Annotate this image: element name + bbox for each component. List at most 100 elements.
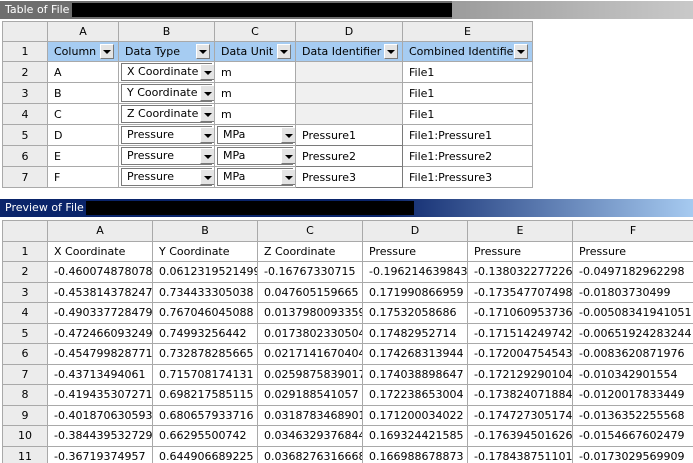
data-type-dropdown[interactable]: Y Coordinate: [121, 84, 214, 102]
row-number[interactable]: 7: [2, 363, 48, 385]
column-cell[interactable]: C: [47, 103, 119, 125]
table-of-file-titlebar: Table of File -: [0, 1, 693, 19]
column-cell[interactable]: D: [47, 124, 119, 146]
data-type-cell[interactable]: Pressure: [118, 145, 215, 167]
row-number[interactable]: 10: [2, 425, 48, 447]
data-unit-cell[interactable]: MPa: [214, 166, 296, 188]
data-type-cell[interactable]: Pressure: [118, 124, 215, 146]
data-cell: -0.43713494061: [47, 363, 153, 385]
column-letter-header[interactable]: A: [47, 220, 153, 242]
filter-dropdown-button[interactable]: [277, 44, 291, 59]
row-number[interactable]: 3: [2, 281, 48, 303]
data-unit-dropdown[interactable]: MPa: [217, 168, 295, 186]
column-header[interactable]: Data Unit: [214, 41, 296, 62]
data-identifier-cell[interactable]: Pressure3: [295, 166, 403, 188]
row-number[interactable]: 1: [2, 41, 48, 62]
chevron-down-icon[interactable]: [200, 85, 214, 101]
data-identifier-cell[interactable]: [295, 103, 403, 125]
column-letter-header[interactable]: B: [118, 21, 215, 42]
column-letter-header[interactable]: C: [214, 21, 296, 42]
row-number[interactable]: 11: [2, 445, 48, 463]
data-cell: -0.171060953736: [467, 302, 573, 324]
data-cell: -0.174727305174: [467, 404, 573, 426]
data-unit-cell[interactable]: MPa: [214, 145, 296, 167]
data-cell: -0.172004754543: [467, 343, 573, 365]
row-number[interactable]: 6: [2, 343, 48, 365]
data-unit-cell[interactable]: m: [214, 103, 296, 125]
column-letter-header[interactable]: D: [362, 220, 468, 242]
row-number[interactable]: 4: [2, 103, 48, 125]
column-header[interactable]: Data Type: [118, 41, 215, 62]
column-letter-header[interactable]: F: [572, 220, 693, 242]
row-number[interactable]: 4: [2, 302, 48, 324]
row-number[interactable]: 5: [2, 124, 48, 146]
data-unit-dropdown[interactable]: MPa: [217, 147, 295, 165]
column-letter-header[interactable]: A: [47, 21, 119, 42]
column-cell[interactable]: E: [47, 145, 119, 167]
chevron-down-icon[interactable]: [281, 148, 295, 164]
chevron-down-icon[interactable]: [200, 148, 214, 164]
row-number[interactable]: 5: [2, 322, 48, 344]
corner-cell: [2, 220, 48, 242]
header-row: 1 Column Data Type Data Unit Data Identifier…: [2, 41, 533, 62]
data-cell: -0.173547707498: [467, 281, 573, 303]
data-type-cell[interactable]: Z Coordinate: [118, 103, 215, 125]
filter-dropdown-button[interactable]: [384, 44, 398, 59]
chevron-down-icon[interactable]: [200, 127, 214, 143]
column-header[interactable]: Column: [47, 41, 119, 62]
data-type-dropdown[interactable]: Z Coordinate: [121, 105, 214, 123]
row-number[interactable]: 2: [2, 261, 48, 283]
data-unit-dropdown[interactable]: MPa: [217, 126, 295, 144]
chevron-down-icon[interactable]: [200, 106, 214, 122]
data-type-cell[interactable]: X Coordinate: [118, 61, 215, 83]
chevron-down-icon[interactable]: [200, 169, 214, 185]
filter-dropdown-button[interactable]: [100, 44, 114, 59]
data-identifier-cell[interactable]: Pressure2: [295, 145, 403, 167]
data-cell: -0.0083620871976: [572, 343, 693, 365]
column-letter-header[interactable]: E: [402, 21, 533, 42]
data-unit-cell[interactable]: MPa: [214, 124, 296, 146]
data-type-value: Pressure: [127, 149, 174, 162]
data-type-cell[interactable]: Y Coordinate: [118, 82, 215, 104]
data-identifier-cell[interactable]: [295, 61, 403, 83]
data-identifier-cell[interactable]: [295, 82, 403, 104]
filter-dropdown-button[interactable]: [514, 44, 528, 59]
row-number[interactable]: 8: [2, 384, 48, 406]
data-type-dropdown[interactable]: Pressure: [121, 147, 214, 165]
column-letter-header[interactable]: E: [467, 220, 573, 242]
combined-identifier-cell: File1: [402, 61, 533, 83]
row-number[interactable]: 2: [2, 61, 48, 83]
chevron-down-icon[interactable]: [200, 64, 214, 80]
table-row: 5 -0.472466093249 0.74993256442 0.017380233…: [2, 322, 693, 344]
column-cell[interactable]: B: [47, 82, 119, 104]
column-cell[interactable]: F: [47, 166, 119, 188]
column-header[interactable]: Data Identifier: [295, 41, 403, 62]
column-header-label: Data Unit: [221, 45, 274, 58]
column-letter-header[interactable]: B: [152, 220, 258, 242]
row-number[interactable]: 6: [2, 145, 48, 167]
data-type-dropdown[interactable]: Pressure: [121, 168, 214, 186]
column-cell[interactable]: A: [47, 61, 119, 83]
data-type-dropdown[interactable]: X Coordinate: [121, 63, 214, 81]
data-type-dropdown[interactable]: Pressure: [121, 126, 214, 144]
data-cell: -0.454799828771: [47, 343, 153, 365]
row-number[interactable]: 1: [2, 240, 48, 262]
data-cell: -0.00651924283244: [572, 322, 693, 344]
filter-dropdown-button[interactable]: [196, 44, 210, 59]
chevron-down-icon[interactable]: [281, 169, 295, 185]
column-letter-header[interactable]: C: [257, 220, 363, 242]
row-number[interactable]: 9: [2, 404, 48, 426]
column-letter-header[interactable]: D: [295, 21, 403, 42]
data-unit-cell[interactable]: m: [214, 82, 296, 104]
data-type-cell[interactable]: Pressure: [118, 166, 215, 188]
data-identifier-cell[interactable]: Pressure1: [295, 124, 403, 146]
table-row: 4 -0.490337728479 0.767046045088 0.01379800…: [2, 302, 693, 324]
chevron-down-icon[interactable]: [281, 127, 295, 143]
data-cell: -0.172129290104: [467, 363, 573, 385]
column-header[interactable]: Combined Identifier: [402, 41, 533, 62]
data-cell: 0.029188541057: [257, 384, 363, 406]
data-cell: -0.171514249742: [467, 322, 573, 344]
data-unit-cell[interactable]: m: [214, 61, 296, 83]
row-number[interactable]: 7: [2, 166, 48, 188]
row-number[interactable]: 3: [2, 82, 48, 104]
